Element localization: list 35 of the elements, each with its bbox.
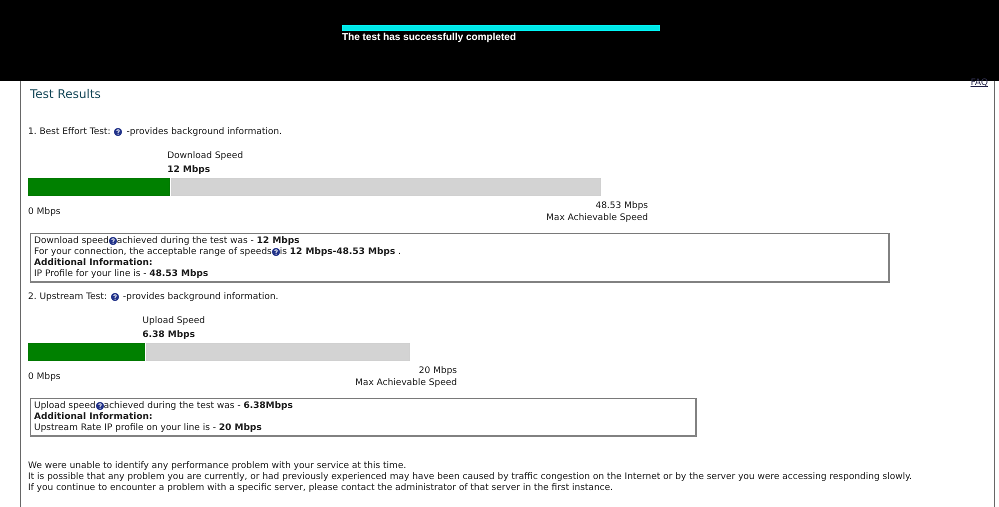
info-text: achieved during the test was - 12 Mbps xyxy=(116,236,300,246)
info-text: Download speed xyxy=(34,236,109,246)
page-title: Test Results xyxy=(29,86,101,101)
info-text: Upload speed xyxy=(34,401,96,411)
help-icon[interactable] xyxy=(110,293,119,301)
info-text: IP Profile for your line is - 48.53 Mbps xyxy=(34,269,208,279)
gauge-label: Download Speed xyxy=(167,151,244,161)
note-text: We were unable to identify any performance problem with your service at this time. xyxy=(28,461,408,471)
help-icon[interactable] xyxy=(96,402,104,410)
status-message: The test has successfully completed xyxy=(342,32,517,43)
scale-min: 0 Mbps xyxy=(28,372,60,382)
note-text: It is possible that any problem you are currently, or had previously experienced may have been caused by traffic congestion on the Internet or by the server you were accessing responding slowly. xyxy=(28,472,913,482)
help-note: -provides background information. xyxy=(122,292,278,302)
info-text: achieved during the test was - 6.38Mbps xyxy=(104,401,293,411)
max-caption: Max Achievable Speed xyxy=(355,378,457,388)
info-heading: Additional Information: xyxy=(34,412,153,422)
help-icon[interactable] xyxy=(272,248,280,256)
gauge-value: 12 Mbps xyxy=(167,165,212,175)
test-heading: 2. Upstream Test: xyxy=(28,292,107,302)
gauge-label: Upload Speed xyxy=(142,316,206,326)
info-heading: Additional Information: xyxy=(34,258,153,268)
info-text: is 12 Mbps-48.53 Mbps . xyxy=(280,247,401,257)
max-caption: Max Achievable Speed xyxy=(546,213,648,223)
help-icon[interactable] xyxy=(114,128,122,136)
info-text: Upstream Rate IP profile on your line is - 20 Mbps xyxy=(34,423,262,433)
scale-min: 0 Mbps xyxy=(28,207,60,217)
scale-max: 20 Mbps xyxy=(418,366,457,376)
help-icon[interactable] xyxy=(108,237,117,245)
scale-max: 48.53 Mbps xyxy=(595,201,648,211)
test-heading: 1. Best Effort Test: xyxy=(28,127,110,137)
gauge-value: 6.38 Mbps xyxy=(142,330,196,340)
faq-link[interactable]: FAQ xyxy=(970,78,988,88)
help-note: -provides background information. xyxy=(126,127,282,137)
note-text: If you continue to encounter a problem with a specific server, please contact the administrator of that server in the first instance. xyxy=(28,483,614,493)
info-text: For your connection, the acceptable range of speeds xyxy=(34,247,272,257)
